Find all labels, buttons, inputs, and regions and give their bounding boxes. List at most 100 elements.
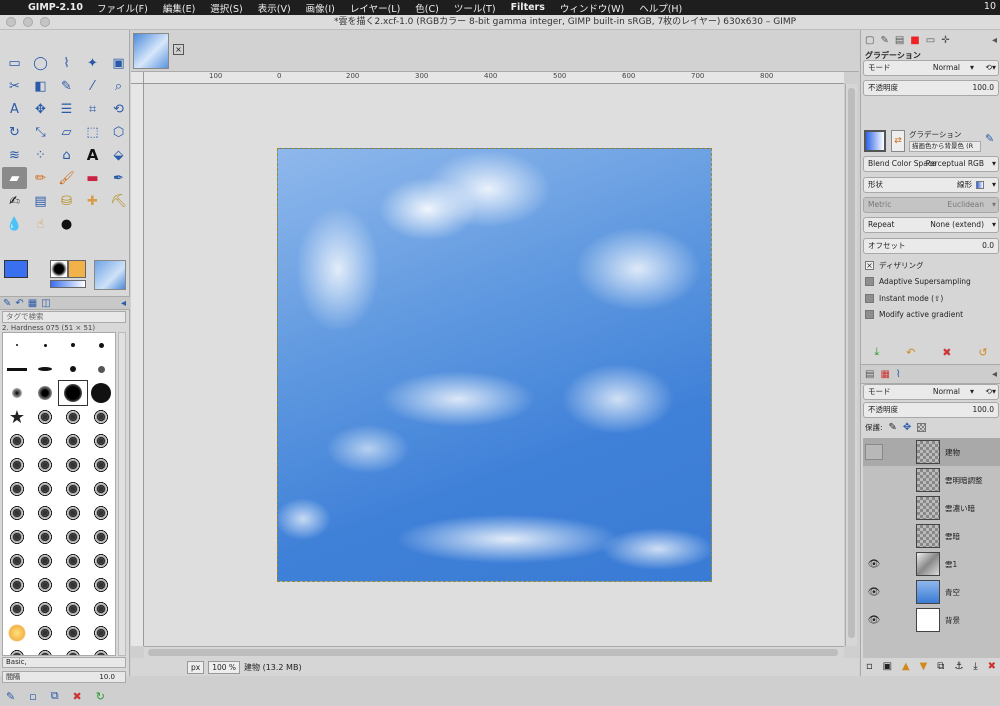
brushes-tab-icon[interactable]: ✎ xyxy=(3,298,11,309)
brush-item[interactable] xyxy=(3,525,31,549)
metric-select[interactable]: Metric Euclidean ▾ xyxy=(863,197,999,213)
menu-help[interactable]: ヘルプ(H) xyxy=(639,1,682,15)
brush-item[interactable] xyxy=(31,621,59,645)
layer-row[interactable]: 👁 背景 xyxy=(863,606,1000,634)
layer-visibility-toggle[interactable] xyxy=(865,472,883,488)
checkbox-unchecked[interactable] xyxy=(865,310,874,319)
brush-item[interactable] xyxy=(31,501,59,525)
perspective-icon[interactable]: ⬚ xyxy=(80,121,105,143)
layer-row[interactable]: 雲濃い暗 xyxy=(863,494,1000,522)
ellipse-select-icon[interactable]: ◯ xyxy=(28,52,53,74)
measure-icon[interactable]: A xyxy=(2,98,27,120)
brush-item[interactable] xyxy=(31,597,59,621)
adaptive-supersampling-checkbox[interactable]: Adaptive Supersampling xyxy=(865,277,971,286)
brush-item[interactable] xyxy=(59,645,87,655)
brush-item[interactable] xyxy=(59,549,87,573)
brush-item[interactable] xyxy=(59,621,87,645)
lock-position-icon[interactable]: ✥ xyxy=(903,422,911,433)
checkbox-unchecked[interactable] xyxy=(865,277,874,286)
brush-scrollbar[interactable] xyxy=(118,332,126,656)
brush-item[interactable] xyxy=(59,429,87,453)
heal-icon[interactable]: ✚ xyxy=(80,190,105,212)
smudge-icon[interactable]: ☝ xyxy=(28,213,53,235)
foreground-select-icon[interactable]: ▣ xyxy=(106,52,131,74)
edit-brush-icon[interactable]: ✎ xyxy=(6,690,15,703)
brush-item[interactable] xyxy=(59,357,87,381)
crop-icon[interactable]: ⌗ xyxy=(80,98,105,120)
dock-menu-icon[interactable]: ◂ xyxy=(992,35,997,46)
menu-filters[interactable]: Filters xyxy=(511,2,545,13)
brush-item[interactable] xyxy=(31,357,59,381)
delete-options-icon[interactable]: ✖ xyxy=(942,346,951,359)
bucket-fill-icon[interactable]: ⬙ xyxy=(106,144,131,166)
blend-color-space-select[interactable]: Blend Color Space Perceptual RGB ▾ xyxy=(863,156,999,172)
brush-item[interactable] xyxy=(3,381,31,405)
mypaint-brush-icon[interactable]: ▤ xyxy=(28,190,53,212)
pencil-icon[interactable]: ✏ xyxy=(28,167,53,189)
unit-select[interactable]: px xyxy=(187,660,205,674)
layer-row[interactable]: 👁 青空 xyxy=(863,578,1000,606)
brush-tab-icon[interactable]: ✎ xyxy=(880,35,888,46)
brush-item[interactable] xyxy=(87,453,115,477)
layers-tab-icon[interactable]: ▤ xyxy=(865,369,874,380)
merge-down-icon[interactable]: ⤓ xyxy=(973,661,977,672)
color-picker-icon[interactable]: ⁄ xyxy=(80,75,105,97)
brush-item[interactable] xyxy=(87,381,115,405)
active-gradient-preview[interactable] xyxy=(50,280,86,288)
free-select-icon[interactable]: ⌇ xyxy=(54,52,79,74)
layer-visibility-toggle[interactable] xyxy=(865,444,883,460)
menu-file[interactable]: ファイル(F) xyxy=(97,1,148,15)
brush-item[interactable] xyxy=(31,405,59,429)
brush-item[interactable] xyxy=(87,645,115,655)
handle-transform-icon[interactable]: ⁘ xyxy=(28,144,53,166)
anchor-layer-icon[interactable]: ⚓ xyxy=(954,661,963,672)
foreground-color-swatch[interactable] xyxy=(4,260,28,278)
zoom-icon[interactable]: ⌕ xyxy=(106,75,131,97)
mode-swap-icon[interactable]: ⟲▾ xyxy=(985,385,996,399)
refresh-brushes-icon[interactable]: ↻ xyxy=(96,690,105,703)
eye-icon[interactable]: 👁 xyxy=(863,587,885,598)
channels-tab-icon[interactable]: ▦ xyxy=(880,369,889,380)
duplicate-brush-icon[interactable]: ⧉ xyxy=(51,689,59,703)
reverse-gradient-icon[interactable]: ⇄ xyxy=(891,130,905,152)
layer-row[interactable]: 雲明暗調整 xyxy=(863,466,1000,494)
brush-item[interactable] xyxy=(3,429,31,453)
edit-gradient-icon[interactable]: ✎ xyxy=(985,132,994,145)
brush-item[interactable] xyxy=(87,549,115,573)
blur-icon[interactable]: 💧 xyxy=(2,213,27,235)
brush-item[interactable]: ★ xyxy=(3,405,31,429)
move-icon[interactable]: ✥ xyxy=(28,98,53,120)
new-brush-icon[interactable]: ▫ xyxy=(29,690,36,703)
shear-icon[interactable]: ▱ xyxy=(54,121,79,143)
mode-select[interactable]: モード Normal ▾ ⟲▾ xyxy=(863,60,999,76)
cage-icon[interactable]: ⌂ xyxy=(54,144,79,166)
offset-slider[interactable]: オフセット 0.0 xyxy=(863,238,999,254)
new-layer-icon[interactable]: ▫ xyxy=(866,661,873,672)
brush-item[interactable] xyxy=(59,477,87,501)
image-tab-thumbnail[interactable] xyxy=(133,33,169,69)
rotate-icon[interactable]: ↻ xyxy=(2,121,27,143)
canvas-image[interactable] xyxy=(277,148,712,582)
clone-icon[interactable]: ⛁ xyxy=(54,190,79,212)
active-image-preview[interactable] xyxy=(94,260,126,290)
restore-options-icon[interactable]: ↶ xyxy=(906,346,915,359)
instant-mode-checkbox[interactable]: Instant mode (⇧) xyxy=(865,294,943,303)
opacity-slider[interactable]: 不透明度 100.0 xyxy=(863,80,999,96)
layer-opacity-slider[interactable]: 不透明度 100.0 xyxy=(863,402,999,418)
color-tab-icon[interactable]: ■ xyxy=(910,35,919,46)
align-icon[interactable]: ☰ xyxy=(54,98,79,120)
eraser-icon[interactable]: ▬ xyxy=(80,167,105,189)
layer-row[interactable]: 👁 雲1 xyxy=(863,550,1000,578)
menu-windows[interactable]: ウィンドウ(W) xyxy=(560,1,624,15)
layer-row[interactable]: 雲暗 xyxy=(863,522,1000,550)
brush-item[interactable] xyxy=(3,501,31,525)
mode-swap-icon[interactable]: ⟲▾ xyxy=(985,61,996,75)
menu-select[interactable]: 選択(S) xyxy=(210,1,242,15)
brush-item[interactable] xyxy=(31,573,59,597)
dodge-burn-icon[interactable]: ● xyxy=(54,213,79,235)
close-image-tab-icon[interactable]: × xyxy=(173,44,184,55)
layer-row[interactable]: 建物 xyxy=(863,438,1000,466)
brush-item[interactable] xyxy=(3,357,31,381)
brush-item[interactable] xyxy=(87,405,115,429)
undo-history-tab-icon[interactable]: ↶ xyxy=(15,298,23,309)
